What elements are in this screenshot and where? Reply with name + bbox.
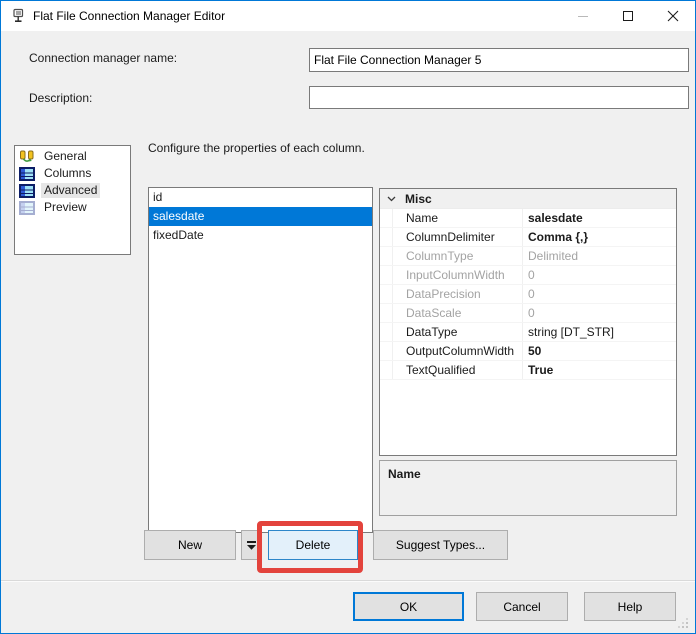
sidebar-item-label: Columns [44,166,92,180]
ok-button[interactable]: OK [353,592,464,621]
property-category-misc[interactable]: Misc [380,189,676,209]
footer-separator [1,580,695,582]
property-value[interactable]: salesdate [523,209,676,227]
table-faded-icon [19,200,35,215]
property-row[interactable]: ColumnDelimiter Comma {,} [380,228,676,247]
property-row[interactable]: InputColumnWidth 0 [380,266,676,285]
resize-grip[interactable] [677,617,689,629]
description-input[interactable] [309,86,689,109]
property-row[interactable]: DataPrecision 0 [380,285,676,304]
property-name: DataPrecision [393,285,523,303]
property-row[interactable]: OutputColumnWidth 50 [380,342,676,361]
property-row[interactable]: ColumnType Delimited [380,247,676,266]
suggest-types-button[interactable]: Suggest Types... [373,530,508,560]
property-row[interactable]: DataType string [DT_STR] [380,323,676,342]
instruction-text: Configure the properties of each column. [148,141,365,155]
minimize-button[interactable] [560,1,605,31]
sidebar-item-preview[interactable]: Preview [15,199,130,216]
property-name: DataType [393,323,523,341]
property-name: Name [393,209,523,227]
connection-pair-icon [20,150,34,162]
property-row[interactable]: TextQualified True [380,361,676,380]
property-value[interactable]: 50 [523,342,676,360]
property-name: InputColumnWidth [393,266,523,284]
title-bar[interactable]: Flat File Connection Manager Editor [1,1,695,31]
maximize-icon [622,11,633,21]
close-button[interactable] [650,1,695,31]
table-icon [19,166,35,181]
chevron-down-icon [387,196,396,201]
dialog-window: Flat File Connection Manager Editor Conn… [0,0,696,634]
property-description-panel: Name [379,460,677,516]
property-value[interactable]: string [DT_STR] [523,323,676,341]
sidebar-item-columns[interactable]: Columns [15,165,130,182]
insert-row-dropdown-button[interactable] [241,530,261,560]
sidebar-item-general[interactable]: General [15,148,130,165]
property-description-title: Name [388,467,421,481]
column-listbox: id salesdate fixedDate [148,187,373,533]
property-value: Delimited [528,249,579,263]
sidebar-item-advanced[interactable]: Advanced [15,182,130,199]
cancel-button[interactable]: Cancel [476,592,568,621]
property-name: TextQualified [393,361,523,379]
column-list-item[interactable]: fixedDate [149,226,372,245]
property-row[interactable]: Name salesdate [380,209,676,228]
property-name: ColumnDelimiter [393,228,523,246]
column-list-item-selected[interactable]: salesdate [149,207,372,226]
connection-name-label: Connection manager name: [29,51,178,65]
close-icon [667,10,678,22]
sidebar-item-label: Preview [44,200,87,214]
connection-name-input[interactable] [309,48,689,72]
delete-button[interactable]: Delete [268,530,358,560]
property-value: 0 [528,268,535,282]
property-value[interactable]: Comma {,} [523,228,676,246]
property-name: DataScale [393,304,523,322]
sidebar-item-label: General [44,149,87,163]
minimize-icon [577,15,588,17]
property-grid: Misc Name salesdate ColumnDelimiter Comm… [379,188,677,456]
property-name: OutputColumnWidth [393,342,523,360]
double-down-arrow-icon [246,540,256,550]
property-name: ColumnType [393,247,523,265]
sidebar-item-label: Advanced [41,183,101,198]
property-row[interactable]: DataScale 0 [380,304,676,323]
property-value[interactable]: True [523,361,676,379]
help-button[interactable]: Help [584,592,676,621]
property-value: 0 [528,306,535,320]
column-list-item[interactable]: id [149,188,372,207]
description-label: Description: [29,91,93,105]
property-value: 0 [528,287,535,301]
category-label: Misc [405,191,432,206]
new-button[interactable]: New [144,530,236,560]
pages-list: General Columns Advanced Preview [14,145,131,255]
connection-manager-icon [13,8,24,22]
table-icon [19,183,35,198]
maximize-button[interactable] [605,1,650,31]
window-title: Flat File Connection Manager Editor [33,9,226,23]
